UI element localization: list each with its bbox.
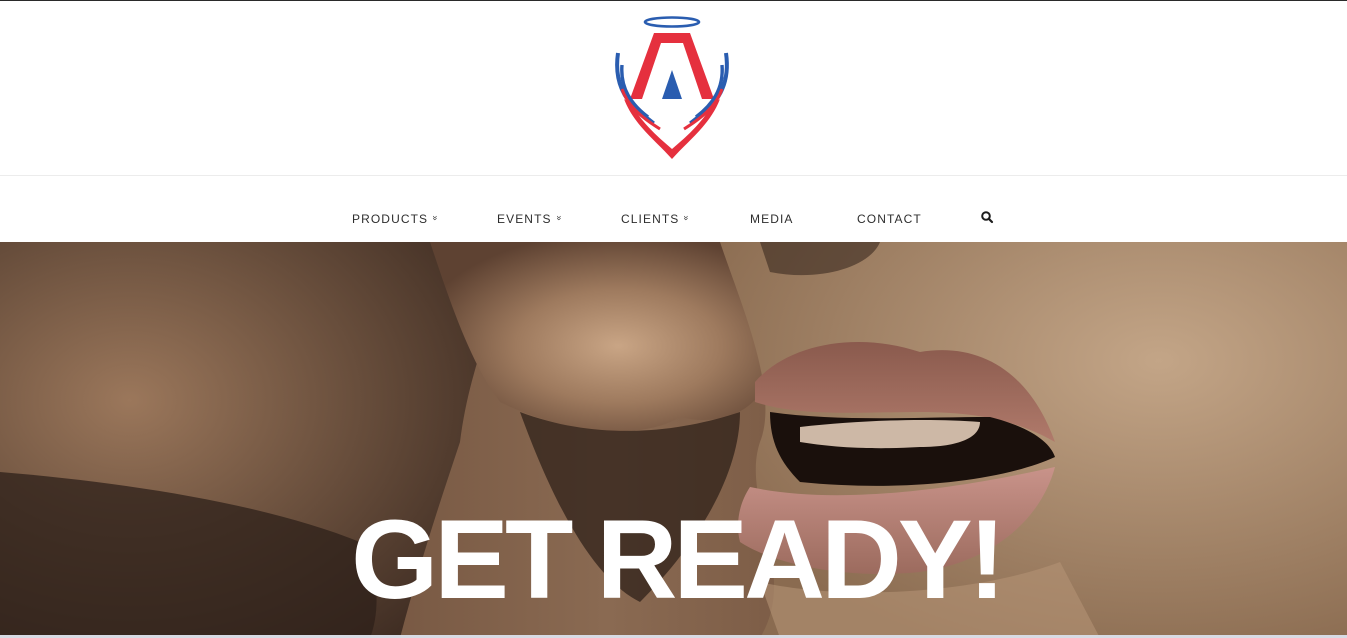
nav-item-label: CONTACT — [857, 212, 922, 226]
nav-item-label: MEDIA — [750, 212, 794, 226]
nav-item-contact[interactable]: CONTACT — [857, 209, 922, 229]
site-header — [0, 1, 1347, 175]
nav-item-events[interactable]: EVENTS » — [497, 209, 565, 229]
nav-item-media[interactable]: MEDIA — [750, 209, 794, 229]
search-icon — [981, 211, 994, 224]
site-logo[interactable] — [612, 13, 732, 163]
chevron-down-icon: » — [554, 214, 565, 222]
nav-item-clients[interactable]: CLIENTS » — [621, 209, 692, 229]
hero-title: GET READY! — [351, 497, 1006, 622]
nav-item-label: CLIENTS — [621, 212, 680, 226]
search-button[interactable] — [980, 210, 994, 224]
nav-item-label: PRODUCTS — [352, 212, 429, 226]
nav-item-products[interactable]: PRODUCTS » — [352, 209, 441, 229]
chevron-down-icon: » — [430, 214, 441, 222]
nav-item-label: EVENTS — [497, 212, 552, 226]
main-nav: PRODUCTS » EVENTS » CLIENTS » MEDIA CONT… — [0, 176, 1347, 242]
hero-banner: GET READY! — [0, 242, 1347, 638]
chevron-down-icon: » — [681, 214, 692, 222]
angel-wings-shield-logo-icon — [615, 16, 729, 159]
